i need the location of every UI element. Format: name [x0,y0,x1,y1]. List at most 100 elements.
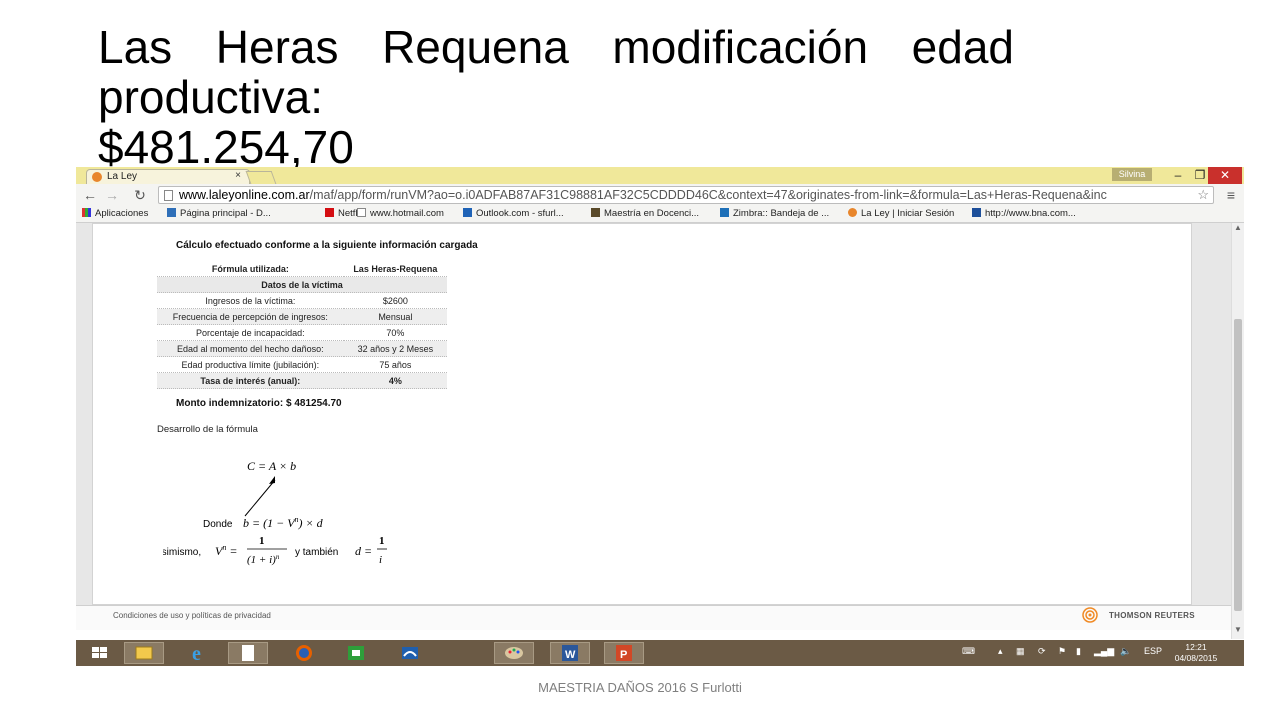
maestria-icon [591,208,600,217]
row-label: Frecuencia de percepción de ingresos: [157,308,344,325]
row-label: Fórmula utilizada: [157,261,344,277]
page-icon [357,208,366,217]
tray-app-icon[interactable]: ▦ [1016,646,1025,657]
row-label: Porcentaje de incapacidad: [157,324,344,341]
apps-grid-icon [82,208,91,217]
volume-icon[interactable]: 🔈 [1120,646,1131,657]
bookmark-star-icon[interactable]: ☆ [1197,187,1209,203]
formula-d-num: 1 [379,535,385,547]
total-amount: Monto indemnizatorio: $ 481254.70 [176,398,342,409]
user-profile-badge[interactable]: Silvina [1112,168,1152,181]
formula-development-title: Desarrollo de la fórmula [157,424,258,435]
data-table: Fórmula utilizada: Las Heras-Requena Dat… [157,261,447,389]
page-icon [164,190,173,201]
app-icon[interactable] [390,642,430,664]
table-row: Ingresos de la víctima: $2600 [157,292,447,309]
row-value: $2600 [343,292,447,309]
formula-donde: Donde [203,519,233,530]
bookmark-item[interactable]: Maestría en Docenci... [591,208,699,220]
clock-date: 04/08/2015 [1174,653,1218,663]
la-ley-icon [848,208,857,217]
blank-page-icon[interactable] [228,642,268,664]
table-row: Datos de la víctima [157,276,447,293]
slide-title-line-2: productiva: [98,71,324,123]
formula-num: 1 [259,535,265,547]
tray-sync-icon[interactable]: ⟳ [1038,646,1046,657]
paint-icon[interactable] [494,642,534,664]
table-row: Fórmula utilizada: Las Heras-Requena [157,261,447,277]
slide-footer: MAESTRIA DAÑOS 2016 S Furlotti [538,680,742,695]
row-label: Edad al momento del hecho dañoso: [157,340,344,357]
svg-text:e: e [192,643,201,664]
signal-icon[interactable]: ▂▄▆ [1094,646,1114,657]
clock-time: 12:21 [1185,642,1207,652]
victim-header: Datos de la víctima [157,276,447,293]
battery-icon[interactable]: ▮ [1076,646,1081,657]
forward-arrow-icon[interactable]: → [104,186,120,204]
powerpoint-icon[interactable]: P [604,642,644,664]
formula-arrowhead [269,476,275,484]
tab-title: La Ley [107,171,138,182]
store-icon[interactable] [336,642,376,664]
bookmark-item[interactable]: Zimbra:: Bandeja de ... [720,208,829,220]
tab-close-icon[interactable]: × [235,170,241,181]
formula-d-den: i [379,554,382,566]
slide-title-line-1: Las Heras Requena modificación edad [98,22,1014,73]
show-hidden-icons-icon[interactable]: ▴ [998,646,1003,657]
address-bar[interactable]: www.laleyonline.com.ar/maf/app/form/runV… [158,186,1214,204]
browser-tab[interactable]: La Ley × [86,169,250,184]
keyboard-icon[interactable]: ⌨ [962,646,975,657]
row-value: 32 años y 2 Meses [343,340,447,357]
file-explorer-icon[interactable] [124,642,164,664]
formula-eq1: C = A × b [247,459,296,473]
word-icon[interactable]: W [550,642,590,664]
bookmark-item[interactable]: La Ley | Iniciar Sesión [848,208,954,220]
close-window-icon[interactable]: ✕ [1208,167,1242,184]
bookmark-item[interactable]: www.hotmail.com [357,208,444,220]
scroll-up-icon[interactable]: ▲ [1232,223,1244,235]
table-row: Frecuencia de percepción de ingresos: Me… [157,308,447,325]
table-row: Tasa de interés (anual): 4% [157,372,447,389]
vertical-scrollbar[interactable]: ▲ ▼ [1231,223,1244,639]
row-label: Ingresos de la víctima: [157,292,344,309]
url-text[interactable]: www.laleyonline.com.ar/maf/app/form/runV… [179,188,1189,203]
browser-menu-icon[interactable]: ≡ [1222,186,1240,204]
table-row: Edad productiva límite (jubilación): 75 … [157,356,447,373]
row-value: Mensual [343,308,447,325]
back-arrow-icon[interactable]: ← [82,186,98,204]
terms-link[interactable]: Condiciones de uso y políticas de privac… [113,611,271,620]
slide-title-line-3: $481.254,70 [98,121,354,170]
windows-taskbar: e W P ⌨ ▴ ▦ ⟳ ⚑ ▮ ▂▄▆ 🔈 ESP 12:21 04/08/… [76,640,1244,666]
firefox-icon[interactable] [284,642,324,664]
reload-icon[interactable]: ↻ [132,186,148,204]
clock[interactable]: 12:21 04/08/2015 [1166,642,1226,664]
table-row: Porcentaje de incapacidad: 70% [157,324,447,341]
bookmarks-bar: Aplicaciones Página principal - D... Net… [76,206,1244,223]
calc-heading: Cálculo efectuado conforme a la siguient… [176,240,478,251]
bookmark-item[interactable]: Outlook.com - sfurl... [463,208,564,220]
dropbox-icon [167,208,176,217]
formula-d: d = [355,544,372,558]
row-value: Las Heras-Requena [343,261,447,277]
windows-start-icon[interactable] [80,642,120,664]
scroll-down-icon[interactable]: ▼ [1232,625,1244,637]
bookmark-item[interactable]: Página principal - D... [167,208,271,220]
zimbra-icon [720,208,729,217]
formula-b: b = (1 − Vn) × d [243,515,324,530]
content-card: Cálculo efectuado conforme a la siguient… [92,223,1192,605]
new-tab-button[interactable] [245,171,277,184]
svg-text:W: W [565,649,576,661]
internet-explorer-icon[interactable]: e [180,642,220,665]
bookmark-item[interactable]: http://www.bna.com... [972,208,1076,220]
browser-titlebar: La Ley × Silvina – ❐ ✕ [76,167,1244,184]
language-indicator[interactable]: ESP [1144,646,1162,656]
scroll-thumb[interactable] [1234,319,1242,611]
flag-icon[interactable]: ⚑ [1058,646,1066,657]
netflix-icon [325,208,334,217]
la-ley-favicon-icon [92,172,102,182]
url-host: www.laleyonline.com.ar [179,188,310,202]
bookmark-item[interactable]: Aplicaciones [82,208,148,220]
url-path: /maf/app/form/runVM?ao=o.i0ADFAB87AF31C9… [309,188,1107,202]
browser-screenshot: La Ley × Silvina – ❐ ✕ ← → ↻ www.laleyon… [76,167,1244,666]
row-value: 70% [343,324,447,341]
